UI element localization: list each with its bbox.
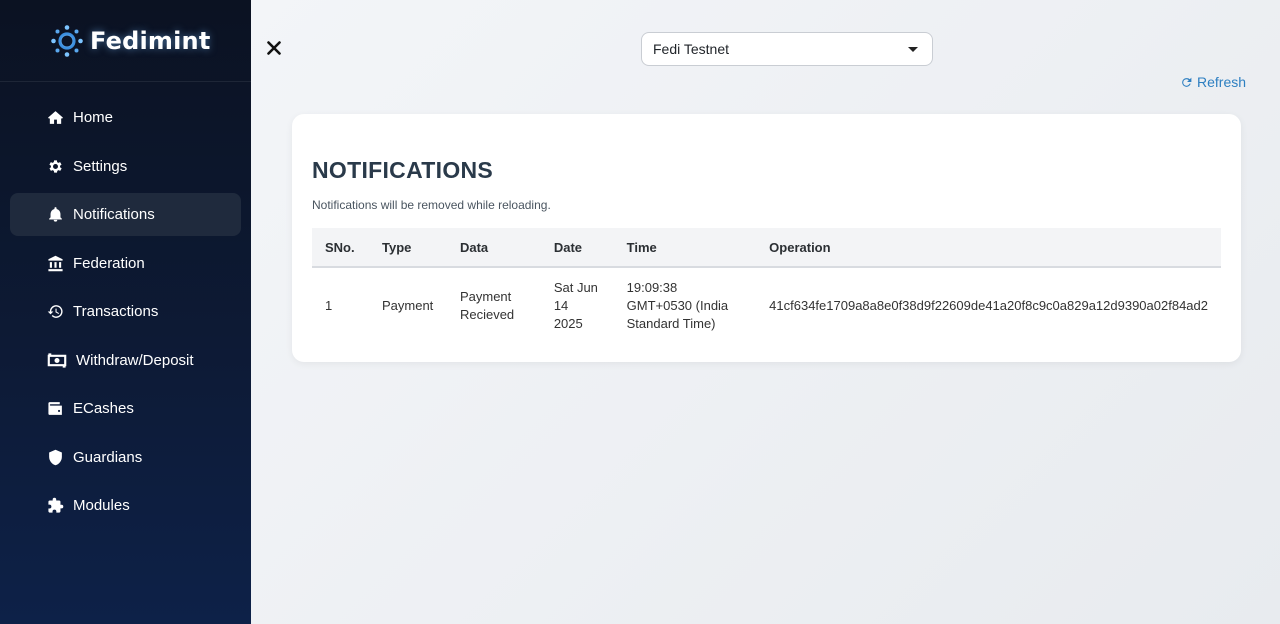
puzzle-icon [46,497,64,515]
cell-date: Sat Jun 14 2025 [553,280,598,331]
column-header-operation: Operation [756,228,1221,268]
sidebar-item-label: ECashes [73,400,134,417]
history-icon [46,303,64,321]
gear-icon [46,157,64,175]
refresh-button[interactable]: Refresh [1180,74,1246,90]
sidebar-item-label: Modules [73,497,130,514]
sidebar-item-withdraw-deposit[interactable]: Withdraw/Deposit [10,339,241,382]
home-icon [46,109,64,127]
bank-icon [46,254,64,272]
sidebar-item-label: Guardians [73,448,143,466]
cell-sno: 1 [325,298,333,313]
page-title: NOTIFICATIONS [312,157,494,183]
column-header-type: Type [368,228,447,268]
sidebar-item-label: Notifications [73,206,155,223]
money-bill-icon [46,351,68,369]
column-header-sno: SNo. [312,228,369,268]
cell-operation: 41cf634fe1709a8a8e0f38d9f22609de41a20f8c… [769,298,1208,313]
sidebar-item-settings[interactable]: Settings [10,145,241,188]
sidebar-item-label: Withdraw/Deposit [76,351,194,369]
notifications-card: NOTIFICATIONS Notifications will be remo… [292,114,1241,362]
sidebar-item-federation[interactable]: Federation [10,242,241,285]
sidebar-item-label: Transactions [73,303,159,320]
network-select-value: Fedi Testnet [653,41,730,57]
table-header-row: SNo. Type Data Date Time Operation [312,228,1221,268]
brand-name: Fedimint [90,26,211,55]
wallet-icon [46,400,64,418]
refresh-icon [1182,77,1192,87]
refresh-label: Refresh [1197,74,1247,90]
cell-time: 19:09:38 GMT+0530 (India Standard Time) [626,280,729,331]
brand[interactable]: Fedimint [0,0,251,82]
sidebar-item-home[interactable]: Home [10,96,241,139]
bell-icon [46,206,64,224]
sidebar-item-modules[interactable]: Modules [10,484,241,527]
sidebar: Fedimint Home Settings Notifications Fed… [0,0,251,624]
sidebar-item-guardians[interactable]: Guardians [10,436,241,479]
table-row: 1 Payment Payment Recieved Sat Jun 14 20… [312,267,1221,344]
chevron-down-icon [908,47,918,52]
sidebar-item-transactions[interactable]: Transactions [10,290,241,333]
close-icon [267,41,281,55]
sidebar-item-notifications[interactable]: Notifications [10,193,241,236]
sidebar-item-label: Federation [73,254,145,272]
cell-data: Payment Recieved [459,289,515,322]
fedimint-logo-icon [51,24,83,57]
main-content: Fedi Testnet Refresh NOTIFICATIONS Notif… [251,0,1280,624]
sidebar-item-label: Settings [73,157,128,175]
sidebar-item-ecashes[interactable]: ECashes [10,387,241,430]
page-subtitle: Notifications will be removed while relo… [312,198,551,212]
shield-icon [46,448,64,466]
column-header-data: Data [446,228,541,268]
close-button[interactable] [265,39,283,57]
notifications-table: SNo. Type Data Date Time Operation 1 Pay… [312,228,1221,344]
sidebar-nav: Home Settings Notifications Federation T… [0,82,251,527]
column-header-date: Date [540,228,614,268]
cell-type: Payment [381,298,434,313]
network-select[interactable]: Fedi Testnet [641,32,933,66]
sidebar-item-label: Home [73,109,114,126]
column-header-time: Time [613,228,757,268]
